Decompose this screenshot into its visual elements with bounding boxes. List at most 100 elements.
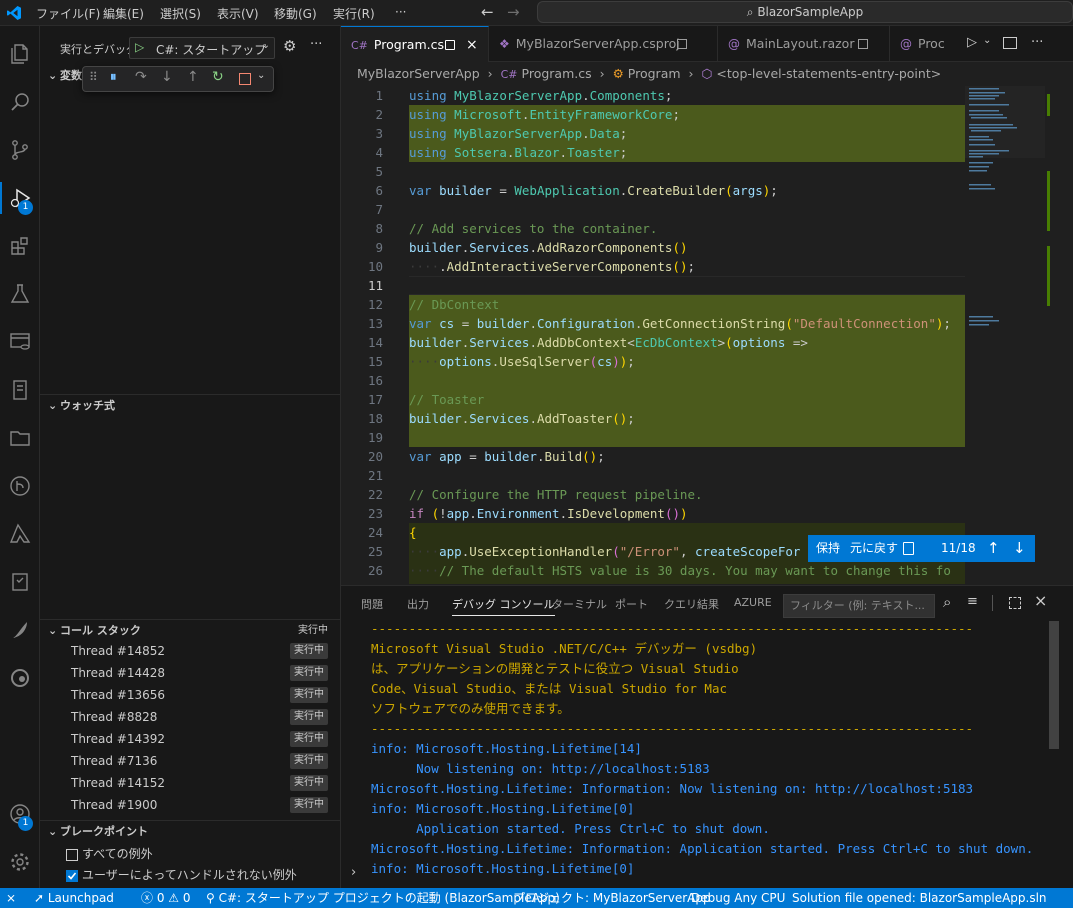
thread-row[interactable]: Thread #14852 実行中 — [40, 640, 340, 662]
tab-problems[interactable]: 問題 — [361, 596, 383, 612]
remote-icon[interactable]: ⨯ — [6, 888, 16, 908]
close-icon[interactable]: × — [1034, 591, 1047, 610]
diff-file-icon[interactable] — [903, 542, 914, 555]
step-into-icon[interactable]: ↓ — [161, 69, 173, 85]
debug-badge: 1 — [18, 200, 33, 215]
rocket-icon: ➚ — [34, 891, 48, 905]
breakpoints-section-header[interactable]: ⌄ ブレークポイント — [40, 820, 340, 842]
launch-config-dropdown[interactable]: ▷ C#: スタートアップ ⌄ — [129, 37, 275, 59]
menu-selection[interactable]: 選択(S) — [160, 5, 201, 22]
breakpoint-unhandled-exceptions[interactable]: ユーザーによってハンドルされない例外 — [66, 866, 297, 883]
tab-mainlayout-razor[interactable]: @ MainLayout.razor — [718, 26, 890, 62]
launchpad-item[interactable]: ➚ Launchpad — [34, 888, 114, 908]
folder-icon[interactable] — [4, 422, 36, 454]
breadcrumb-file[interactable]: Program.cs — [522, 66, 592, 81]
tab-azure[interactable]: AZURE — [734, 596, 772, 609]
pause-icon[interactable]: ⏸ — [110, 70, 117, 85]
menu-edit[interactable]: 編集(E) — [103, 5, 144, 22]
clear-console-icon[interactable]: ≡ — [967, 594, 978, 609]
breadcrumb-member[interactable]: <top-level-statements-entry-point> — [716, 66, 941, 81]
debug-config-item[interactable]: ⚲ C#: スタートアップ プロジェクトの起動 (BlazorSampleApp… — [206, 888, 560, 908]
tab-query-results[interactable]: クエリ結果 — [664, 596, 719, 612]
tab-proc[interactable]: @ Proc — [890, 26, 962, 62]
code-editor[interactable]: 1 2 3 4 5 6 7 8 9 10 11 12 13 14 15 16 1… — [341, 86, 965, 584]
console-line: Now listening on: http://localhost:5183 — [371, 761, 710, 776]
container-tools-icon[interactable] — [4, 566, 36, 598]
database-icon[interactable] — [4, 374, 36, 406]
run-file-icon[interactable]: ▷ — [967, 35, 977, 50]
split-editor-icon[interactable] — [1003, 37, 1017, 49]
restart-icon[interactable]: ↻ — [212, 69, 224, 85]
sql-server-icon[interactable] — [4, 614, 36, 646]
breakpoint-all-exceptions[interactable]: すべての例外 — [66, 845, 153, 862]
explorer-icon[interactable] — [4, 38, 36, 70]
source-control-icon[interactable] — [4, 134, 36, 166]
stop-icon[interactable] — [239, 73, 251, 85]
tab-ports[interactable]: ポート — [615, 596, 648, 612]
git-graph-icon[interactable] — [4, 470, 36, 502]
testing-flask-icon[interactable] — [4, 278, 36, 310]
menu-run[interactable]: 実行(R) — [333, 5, 375, 22]
checkbox-checked[interactable] — [66, 869, 78, 882]
maximize-panel-icon[interactable] — [1009, 597, 1021, 609]
keep-button[interactable]: 保持 — [816, 535, 840, 562]
extensions-icon[interactable] — [4, 230, 36, 262]
step-over-icon[interactable]: ↷ — [135, 69, 147, 85]
chevron-down-icon[interactable]: ⌄ — [257, 70, 265, 81]
breadcrumb-class[interactable]: Program — [628, 66, 681, 81]
thread-row[interactable]: Thread #7136 実行中 — [40, 750, 340, 772]
thread-row[interactable]: Thread #14428 実行中 — [40, 662, 340, 684]
line-number: 12 — [367, 297, 383, 312]
thread-status-badge: 実行中 — [290, 731, 328, 747]
more-actions-icon[interactable]: ··· — [1031, 35, 1043, 50]
menu-view[interactable]: 表示(V) — [217, 5, 259, 22]
close-icon[interactable]: × — [466, 27, 478, 63]
tab-terminal[interactable]: ターミナル — [552, 596, 607, 612]
callstack-section-header[interactable]: ⌄ コール スタック 実行中 — [40, 619, 340, 641]
arrow-up-icon[interactable]: ↑ — [987, 535, 1000, 562]
watch-section-header[interactable]: ⌄ ウォッチ式 — [40, 394, 340, 416]
thread-row[interactable]: Thread #14392 実行中 — [40, 728, 340, 750]
tab-csproj[interactable]: ❖ MyBlazorServerApp.csproj — [489, 26, 718, 62]
thread-row[interactable]: Thread #14152 実行中 — [40, 772, 340, 794]
chevron-down-icon[interactable]: ⌄ — [983, 35, 991, 46]
azure-icon[interactable] — [4, 518, 36, 550]
project-item[interactable]: プロジェクト: MyBlazorServerApp — [513, 888, 711, 908]
line-number: 16 — [367, 373, 383, 388]
problems-item[interactable]: ⓧ 0 ⚠ 0 — [141, 888, 191, 908]
search-view-icon[interactable] — [4, 86, 36, 118]
menu-go[interactable]: 移動(G) — [274, 5, 317, 22]
menu-file[interactable]: ファイル(F) — [36, 5, 100, 22]
thread-row[interactable]: Thread #13656 実行中 — [40, 684, 340, 706]
console-scrollbar[interactable] — [1049, 621, 1059, 749]
tab-output[interactable]: 出力 — [407, 596, 429, 612]
open-launch-json-gear-icon[interactable]: ⚙ — [283, 37, 296, 55]
menu-more[interactable]: ··· — [395, 5, 406, 19]
build-config-item[interactable]: Debug Any CPU — [691, 888, 785, 908]
minimap[interactable] — [965, 86, 1073, 584]
search-icon[interactable]: ⌕ — [943, 593, 951, 611]
step-out-icon[interactable]: ↑ — [187, 69, 199, 85]
edge-tools-icon[interactable] — [4, 662, 36, 694]
tab-program-cs[interactable]: C# Program.cs × — [341, 26, 489, 62]
start-debug-icon[interactable]: ▷ — [135, 40, 144, 54]
thread-row[interactable]: Thread #1900 実行中 — [40, 794, 340, 816]
console-filter-input[interactable]: フィルター (例: テキスト... — [783, 594, 935, 618]
undo-button[interactable]: 元に戻す — [850, 535, 898, 562]
thread-row[interactable]: Thread #8828 実行中 — [40, 706, 340, 728]
drag-handle-icon[interactable]: ⠿ — [89, 70, 98, 84]
more-actions-icon[interactable]: ··· — [310, 37, 322, 52]
forward-arrow-icon[interactable]: → — [507, 3, 520, 21]
tab-debug-console[interactable]: デバッグ コンソール — [452, 596, 555, 616]
remote-explorer-icon[interactable] — [4, 326, 36, 358]
arrow-down-icon[interactable]: ↓ — [1013, 535, 1026, 562]
checkbox[interactable] — [66, 848, 78, 861]
debug-console[interactable]: ----------------------------------------… — [341, 619, 1073, 888]
command-center-search[interactable]: ⌕ BlazorSampleApp — [537, 1, 1073, 23]
back-arrow-icon[interactable]: ← — [481, 3, 494, 21]
solution-item[interactable]: Solution file opened: BlazorSampleApp.sl… — [792, 888, 1047, 908]
breakpoint-unhandled-label: ユーザーによってハンドルされない例外 — [82, 868, 297, 882]
settings-gear-icon[interactable] — [4, 846, 36, 878]
breadcrumb-project[interactable]: MyBlazorServerApp — [357, 66, 480, 81]
console-line: Microsoft Visual Studio .NET/C/C++ デバッガー… — [371, 641, 758, 656]
